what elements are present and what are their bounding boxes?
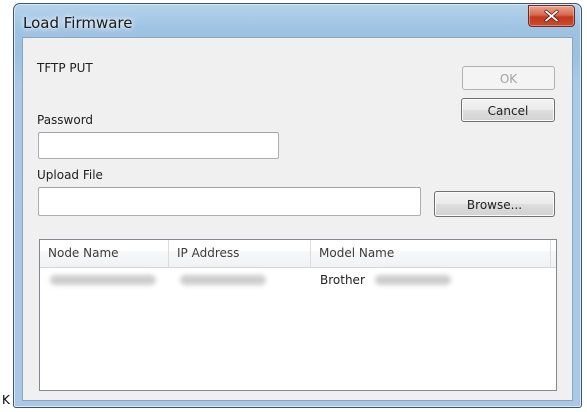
- protocol-label: TFTP PUT: [37, 61, 93, 75]
- redacted-ip-address: [180, 275, 266, 285]
- list-header: Node Name IP Address Model Name: [40, 240, 556, 268]
- load-firmware-dialog: Load Firmware TFTP PUT Password Upload F…: [13, 3, 582, 408]
- model-name-text: Brother: [320, 273, 365, 287]
- upload-file-label: Upload File: [37, 168, 103, 182]
- redacted-node-name: [50, 275, 156, 285]
- redacted-model-suffix: [375, 275, 451, 285]
- clipped-text-fragment: K: [2, 393, 10, 407]
- screenshot-stage: K Load Firmware TFTP PUT Password Upload…: [0, 0, 587, 412]
- dialog-content: TFTP PUT Password Upload File OK Cancel …: [22, 37, 573, 401]
- list-item[interactable]: Brother: [40, 269, 556, 291]
- browse-button[interactable]: Browse...: [434, 191, 555, 217]
- column-header-ip-address[interactable]: IP Address: [169, 240, 311, 267]
- device-list[interactable]: Node Name IP Address Model Name Brother: [39, 239, 557, 391]
- ip-address-cell: [178, 269, 278, 291]
- window-title: Load Firmware: [23, 14, 133, 32]
- password-label: Password: [37, 113, 94, 127]
- ok-button[interactable]: OK: [462, 66, 555, 90]
- title-bar[interactable]: Load Firmware: [14, 4, 581, 38]
- close-icon: [544, 9, 559, 23]
- column-header-node-name[interactable]: Node Name: [40, 240, 169, 267]
- node-name-cell: [48, 269, 158, 291]
- column-header-model-name[interactable]: Model Name: [311, 240, 551, 267]
- close-button[interactable]: [528, 5, 575, 27]
- cancel-button[interactable]: Cancel: [461, 98, 555, 122]
- model-name-cell: Brother: [320, 269, 480, 291]
- upload-file-field[interactable]: [38, 187, 421, 216]
- password-field[interactable]: [38, 132, 279, 159]
